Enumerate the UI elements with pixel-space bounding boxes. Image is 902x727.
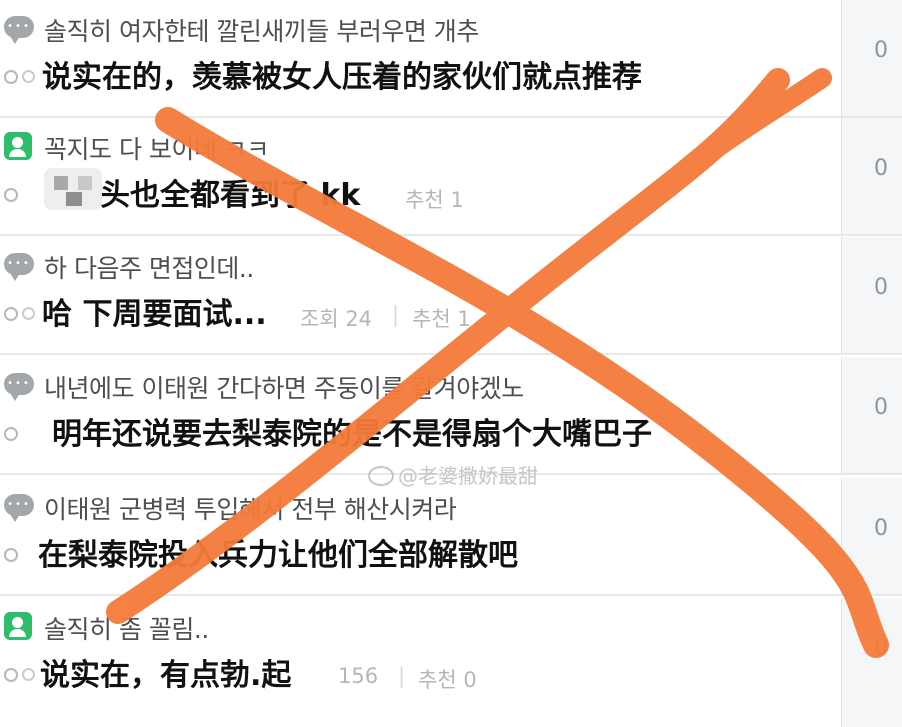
post-title-korean[interactable]: 이태원 군병력 투입해서 전부 해산시켜라 bbox=[44, 490, 457, 526]
recommend-count: 추천 1 bbox=[405, 188, 464, 212]
speech-bubble-icon: ••• bbox=[4, 16, 34, 44]
list-item[interactable]: ••• 하 다음주 면접인데.. 哈 下周要面试... 조회 24 | 추천 1… bbox=[0, 237, 902, 355]
reply-count-column: 0 bbox=[841, 598, 902, 727]
chinese-translation: 说实在，有点勃.起 bbox=[40, 658, 292, 693]
speech-bubble-icon: ••• bbox=[4, 494, 34, 522]
list-item[interactable]: ••• 솔직히 여자한테 깔린새끼들 부러우면 개추 说实在的，羡慕被女人压着的… bbox=[0, 0, 902, 118]
comment-circle-icon bbox=[4, 307, 18, 321]
chinese-translation: 在梨泰院投入兵力让他们全部解散吧 bbox=[38, 538, 518, 573]
reply-count-column: 0 bbox=[841, 118, 902, 234]
comment-circle-icon bbox=[4, 188, 18, 202]
comment-circle-icon bbox=[4, 427, 18, 441]
speech-bubble-icon: ••• bbox=[4, 373, 34, 401]
recommend-count: 추천 0 bbox=[418, 668, 477, 692]
post-title-korean[interactable]: 솔직히 여자한테 깔린새끼들 부러우면 개추 bbox=[44, 12, 479, 48]
view-count: 조회 24 bbox=[300, 307, 373, 331]
post-list: ••• 솔직히 여자한테 깔린새끼들 부러우면 개추 说实在的，羡慕被女人压着的… bbox=[0, 0, 902, 727]
chinese-translation: 头也全都看到了 kk bbox=[100, 178, 361, 213]
chinese-translation: 明年还说要去梨泰院的是不是得扇个大嘴巴子 bbox=[52, 417, 652, 452]
comment-circle-icon bbox=[4, 70, 18, 84]
list-item[interactable]: ••• 이태원 군병력 투입해서 전부 해산시켜라 在梨泰院投入兵力让他们全部解… bbox=[0, 478, 902, 596]
post-title-korean[interactable]: 하 다음주 면접인데.. bbox=[44, 249, 254, 285]
reply-count: 0 bbox=[874, 516, 888, 541]
reply-count-column: 0 bbox=[841, 237, 902, 353]
chinese-translation: 说实在的，羡慕被女人压着的家伙们就点推荐 bbox=[42, 60, 642, 95]
chinese-translation: 哈 下周要面试... bbox=[42, 297, 267, 332]
reply-count: 0 bbox=[874, 38, 888, 63]
list-item[interactable]: 꼭지도 다 보이네 ㅋㅋ 头也全都看到了 kk 추천 1 0 bbox=[0, 118, 902, 236]
comment-circle-icon bbox=[22, 307, 35, 320]
comment-circle-icon bbox=[22, 668, 35, 681]
reply-count: 0 bbox=[874, 636, 888, 661]
pixelated-sticker bbox=[44, 168, 102, 210]
speech-bubble-icon: ••• bbox=[4, 253, 34, 281]
weibo-icon bbox=[368, 465, 394, 486]
reply-count: 0 bbox=[874, 395, 888, 420]
reply-count-column: 0 bbox=[841, 0, 902, 116]
list-item[interactable]: 솔직히 좀 꼴림.. 说实在，有点勃.起 156 | 추천 0 0 bbox=[0, 598, 902, 727]
meta-separator: | bbox=[398, 664, 406, 688]
image-post-icon bbox=[4, 132, 32, 160]
reply-count-column: 0 bbox=[841, 478, 902, 594]
reply-count-column: 0 bbox=[841, 357, 902, 473]
post-title-korean[interactable]: 꼭지도 다 보이네 ㅋㅋ bbox=[44, 130, 269, 166]
post-title-korean[interactable]: 솔직히 좀 꼴림.. bbox=[44, 610, 209, 646]
watermark-text: @老婆撒娇最甜 bbox=[398, 464, 538, 488]
comment-circle-icon bbox=[4, 668, 18, 682]
image-post-icon bbox=[4, 612, 32, 640]
post-title-korean[interactable]: 내년에도 이태원 간다하면 주둥이를 갈겨야겠노 bbox=[44, 369, 524, 405]
reply-count: 0 bbox=[874, 156, 888, 181]
list-item[interactable]: ••• 내년에도 이태원 간다하면 주둥이를 갈겨야겠노 明年还说要去梨泰院的是… bbox=[0, 357, 902, 475]
weibo-watermark: @老婆撒娇最甜 bbox=[368, 460, 538, 489]
comment-circle-icon bbox=[22, 70, 35, 83]
recommend-count: 추천 1 bbox=[412, 307, 471, 331]
view-count: 156 bbox=[338, 664, 379, 688]
comment-circle-icon bbox=[4, 548, 18, 562]
meta-separator: | bbox=[392, 303, 400, 327]
reply-count: 0 bbox=[874, 275, 888, 300]
